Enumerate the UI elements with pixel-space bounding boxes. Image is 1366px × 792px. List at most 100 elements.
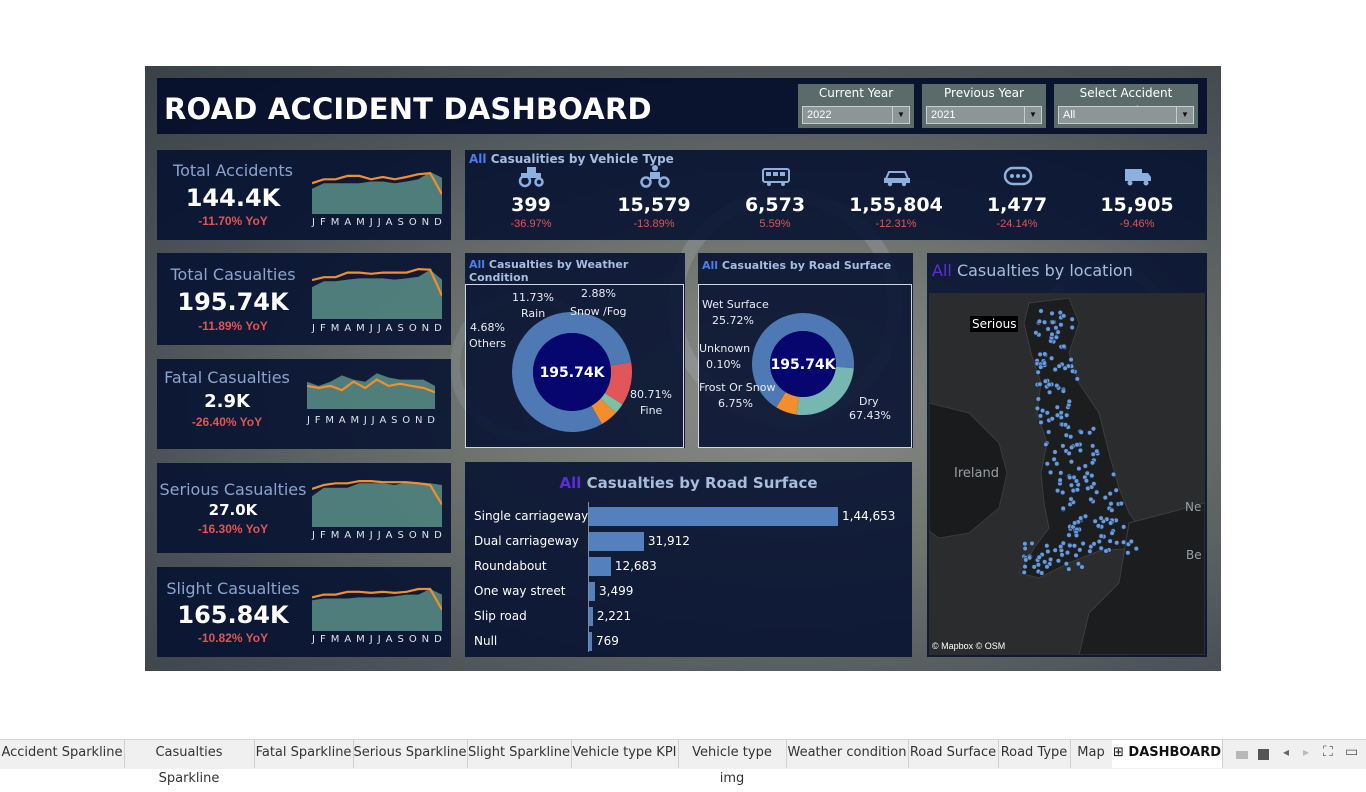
map-point[interactable] xyxy=(1042,378,1048,384)
map-point[interactable] xyxy=(1055,329,1061,335)
map-point[interactable] xyxy=(1098,515,1104,521)
map-point[interactable] xyxy=(1045,548,1051,555)
map-point[interactable] xyxy=(1076,466,1082,472)
severity-filter[interactable]: Select Accident Severity All ▼ xyxy=(1054,84,1198,128)
map-point[interactable] xyxy=(1066,532,1072,538)
map-point[interactable] xyxy=(1068,496,1074,502)
map-point[interactable] xyxy=(1059,552,1065,558)
map-point[interactable] xyxy=(1079,564,1085,570)
map-point[interactable] xyxy=(1058,410,1064,416)
map-point[interactable] xyxy=(1031,564,1037,570)
bar[interactable] xyxy=(589,507,838,526)
bar[interactable] xyxy=(589,582,596,601)
map-point[interactable] xyxy=(1089,473,1095,479)
map-point[interactable] xyxy=(1042,351,1048,357)
map-point[interactable] xyxy=(1044,543,1050,549)
map-point[interactable] xyxy=(1088,496,1094,502)
chevron-down-icon[interactable]: ▼ xyxy=(892,107,909,123)
map-point[interactable] xyxy=(1044,410,1050,416)
map-point[interactable] xyxy=(1038,419,1044,425)
map-point[interactable] xyxy=(1092,518,1098,524)
previous-year-filter[interactable]: Previous Year 2021 ▼ xyxy=(922,84,1046,128)
map-point[interactable] xyxy=(1085,485,1091,491)
tab-road-surface[interactable]: Road Surface xyxy=(908,740,999,768)
chevron-down-icon[interactable]: ▼ xyxy=(1024,107,1041,123)
map-point[interactable] xyxy=(1095,523,1101,529)
fullscreen-icon[interactable]: ⛶ xyxy=(1323,743,1333,760)
map-point[interactable] xyxy=(1052,449,1058,455)
map-point[interactable] xyxy=(1053,325,1059,331)
map-point[interactable] xyxy=(1039,407,1046,414)
map-point[interactable] xyxy=(1022,541,1028,547)
map-point[interactable] xyxy=(1066,566,1072,572)
map-point[interactable] xyxy=(1045,326,1051,332)
map-point[interactable] xyxy=(1060,489,1066,496)
kpi-slight-casualties[interactable]: Slight Casualties 165.84K -10.82% YoY JF… xyxy=(157,567,451,657)
bar[interactable] xyxy=(589,557,611,576)
map-point[interactable] xyxy=(1111,471,1117,477)
previous-year-select[interactable]: 2021 ▼ xyxy=(926,106,1042,124)
map-point[interactable] xyxy=(1062,422,1069,428)
tab-accident-sparkline[interactable]: Accident Sparkline xyxy=(0,740,125,768)
map-point[interactable] xyxy=(1037,351,1043,358)
map-point[interactable] xyxy=(1070,368,1076,374)
map-point[interactable] xyxy=(1039,570,1045,576)
map-point[interactable] xyxy=(1068,459,1074,465)
map-point[interactable] xyxy=(1118,500,1124,507)
map-point[interactable] xyxy=(1063,561,1069,567)
kpi-total-casualties[interactable]: Total Casualties 195.74K -11.89% YoY JFM… xyxy=(157,253,451,345)
map-point[interactable] xyxy=(1021,569,1027,576)
map-point[interactable] xyxy=(1042,559,1048,565)
bar[interactable] xyxy=(589,532,644,551)
map-point[interactable] xyxy=(1023,557,1029,563)
map-point[interactable] xyxy=(1033,330,1039,336)
map-point[interactable] xyxy=(1091,541,1097,547)
map-point[interactable] xyxy=(1067,474,1073,481)
map-point[interactable] xyxy=(1108,501,1114,507)
map-point[interactable] xyxy=(1080,540,1086,547)
map-point[interactable] xyxy=(1038,308,1044,314)
map-point[interactable] xyxy=(1029,540,1035,546)
map-point[interactable] xyxy=(1044,564,1050,570)
map-point[interactable] xyxy=(1036,554,1042,560)
map-point[interactable] xyxy=(1046,381,1052,388)
map-point[interactable] xyxy=(1074,442,1080,448)
map-point[interactable] xyxy=(1055,488,1061,494)
tab-casualties-sparkline[interactable]: Casualties Sparkline xyxy=(124,740,255,786)
map-point[interactable] xyxy=(1107,491,1113,497)
map-point[interactable] xyxy=(1062,365,1068,371)
map-point[interactable] xyxy=(1074,487,1080,493)
map-point[interactable] xyxy=(1041,319,1048,325)
tab-weather-condition[interactable]: Weather condition xyxy=(786,740,909,768)
map-point[interactable] xyxy=(1044,461,1050,467)
map-point[interactable] xyxy=(1035,396,1041,402)
map-point[interactable] xyxy=(1113,487,1119,493)
map-point[interactable] xyxy=(1068,434,1074,440)
map-point[interactable] xyxy=(1049,416,1055,422)
map-point[interactable] xyxy=(1022,545,1028,552)
map-point[interactable] xyxy=(1036,318,1042,325)
map-point[interactable] xyxy=(1077,547,1083,553)
new-worksheet-icon[interactable] xyxy=(1236,749,1248,760)
bar[interactable] xyxy=(589,632,592,651)
map-point[interactable] xyxy=(1073,532,1080,538)
tab-serious-sparkline[interactable]: Serious Sparkline xyxy=(353,740,468,768)
tab-road-type[interactable]: Road Type xyxy=(998,740,1071,768)
map-point[interactable] xyxy=(1037,381,1043,387)
map-point[interactable] xyxy=(1078,429,1084,435)
map-point[interactable] xyxy=(1054,382,1060,389)
map-point[interactable] xyxy=(1090,426,1097,432)
map-point[interactable] xyxy=(1063,432,1069,438)
map-point[interactable] xyxy=(1060,443,1066,449)
map-point[interactable] xyxy=(1066,398,1072,404)
map-point[interactable] xyxy=(1098,545,1104,551)
map-point[interactable] xyxy=(1058,470,1064,476)
current-year-filter[interactable]: Current Year 2022 ▼ xyxy=(798,84,914,128)
map-point[interactable] xyxy=(1071,543,1078,549)
map-point[interactable] xyxy=(1072,520,1078,526)
map-point[interactable] xyxy=(1049,331,1055,338)
map-point[interactable] xyxy=(1069,444,1075,450)
map-point[interactable] xyxy=(1094,489,1100,495)
map-point[interactable] xyxy=(1035,562,1041,568)
map-point[interactable] xyxy=(1047,556,1054,563)
